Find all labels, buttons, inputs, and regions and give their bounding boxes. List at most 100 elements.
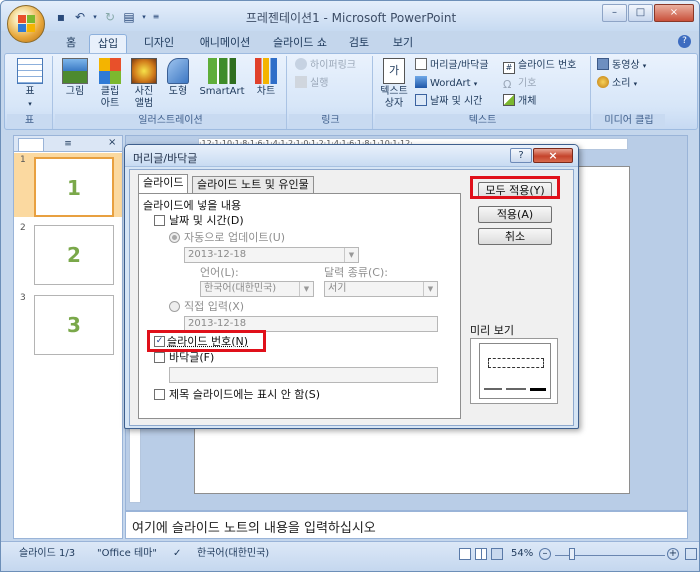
tab-home[interactable]: 홈 [59, 34, 83, 53]
tab-view[interactable]: 보기 [385, 34, 421, 53]
chart-icon [255, 58, 277, 84]
calendar-select[interactable]: 서기 ▼ [324, 281, 438, 297]
clipart-button[interactable]: 클립 아트 [95, 58, 125, 110]
powerpoint-window: ▪ ↶ ▾ ↻ ▤ ▾ ≡ 프레젠테이션1 - Microsoft PowerP… [0, 0, 700, 572]
header-footer-button[interactable]: 머리글/바닥글 [415, 58, 489, 74]
ribbon-tabs: 홈 삽입 디자인 애니메이션 슬라이드 쇼 검토 보기 [1, 31, 699, 53]
fixed-radio[interactable] [169, 301, 180, 312]
slide-thumbnail-row[interactable]: 3 3 [14, 291, 122, 355]
group-label: 링크 [289, 114, 372, 128]
normal-view-icon[interactable] [459, 548, 471, 560]
slide-sorter-icon[interactable] [475, 548, 487, 560]
omega-icon: Ω [503, 78, 512, 91]
wordart-label: WordArt [430, 78, 471, 89]
slide-thumbnail-row[interactable]: 2 2 [14, 221, 122, 285]
slideshow-view-icon[interactable] [491, 548, 503, 560]
textbox-button[interactable]: 가 텍스트 상자 [377, 58, 411, 110]
wordart-button[interactable]: WordArt ▾ [415, 76, 477, 92]
object-icon [503, 94, 515, 106]
symbol-button[interactable]: Ω 기호 [503, 76, 536, 92]
auto-update-date-select[interactable]: 2013-12-18 ▼ [184, 247, 359, 263]
preview-slide [479, 343, 551, 399]
fixed-label: 직접 입력(X) [184, 300, 245, 313]
title-bar: ▪ ↶ ▾ ↻ ▤ ▾ ≡ 프레젠테이션1 - Microsoft PowerP… [1, 1, 699, 31]
title-slide-checkbox[interactable] [154, 389, 165, 400]
shapes-button[interactable]: 도형 [163, 58, 193, 98]
zoom-in-icon[interactable]: + [667, 548, 679, 560]
dialog-help-button[interactable]: ? [510, 148, 532, 163]
photo-album-button[interactable]: 사진 앨범 [129, 58, 159, 110]
notes-pane[interactable]: 여기에 슬라이드 노트의 내용을 입력하십시오 [125, 511, 688, 539]
slide-number-label: 슬라이드 번호 [518, 60, 577, 71]
tab-slide[interactable]: 슬라이드 [138, 174, 189, 194]
photo-album-icon [131, 58, 157, 84]
picture-icon [62, 58, 88, 84]
slide-thumbnail[interactable]: 1 [34, 157, 114, 217]
theme-name[interactable]: "Office 테마" [97, 546, 157, 562]
header-footer-icon [415, 58, 427, 70]
group-label: 텍스트 [375, 114, 590, 128]
movie-button[interactable]: 동영상 ▾ [597, 58, 646, 74]
tab-design[interactable]: 디자인 [135, 34, 183, 53]
slides-tab-icon[interactable] [18, 138, 44, 151]
dialog-close-button[interactable]: × [533, 148, 573, 163]
cancel-button[interactable]: 취소 [478, 228, 552, 245]
auto-update-radio[interactable] [169, 232, 180, 243]
maximize-button[interactable]: □ [628, 4, 653, 22]
clipart-icon [99, 58, 121, 84]
wordart-icon [415, 76, 427, 88]
slide-thumbnail-row[interactable]: 1 1 [14, 153, 122, 217]
object-button[interactable]: 개체 [503, 94, 536, 110]
minimize-button[interactable]: – [602, 4, 627, 22]
tab-review[interactable]: 검토 [341, 34, 377, 53]
picture-button[interactable]: 그림 [59, 58, 91, 98]
datetime-label: 날짜 및 시간(D) [169, 214, 244, 227]
dropdown-arrow-icon: ▼ [299, 282, 313, 296]
group-label: 표 [7, 114, 52, 128]
datetime-checkbox[interactable] [154, 215, 165, 226]
star-icon [295, 76, 307, 88]
action-button[interactable]: 실행 [295, 76, 328, 92]
smartart-button[interactable]: SmartArt [197, 58, 247, 98]
language-indicator[interactable]: 한국어(대한민국) [197, 546, 269, 562]
preview-date-placeholder [484, 388, 502, 390]
apply-button[interactable]: 적용(A) [478, 206, 552, 223]
datetime-button[interactable]: 날짜 및 시간 [415, 94, 482, 110]
zoom-out-icon[interactable]: – [539, 548, 551, 560]
preview-footer-placeholder [506, 388, 526, 390]
table-button[interactable]: 표 ▾ [13, 58, 47, 110]
highlight-box [470, 176, 560, 199]
footer-checkbox[interactable] [154, 352, 165, 363]
clipart-label: 클립 아트 [100, 86, 120, 109]
slide-thumbnail[interactable]: 3 [34, 295, 114, 355]
slides-pane: ≡ × 1 1 2 2 3 3 [13, 135, 123, 539]
preview-body-placeholder [488, 358, 544, 368]
spellcheck-icon[interactable]: ✓ [173, 546, 181, 562]
language-select[interactable]: 한국어(대한민국) ▼ [200, 281, 314, 297]
object-label: 개체 [518, 96, 537, 107]
tab-slideshow[interactable]: 슬라이드 쇼 [267, 34, 333, 53]
chart-label: 차트 [256, 86, 276, 97]
zoom-slider-thumb[interactable] [569, 548, 575, 560]
textbox-label: 텍스트 상자 [380, 86, 408, 109]
close-button[interactable]: × [654, 4, 694, 22]
outline-tab-icon[interactable]: ≡ [48, 138, 88, 151]
help-icon[interactable]: ? [678, 35, 691, 48]
dialog-body: 슬라이드 슬라이드 노트 및 유인물 슬라이드에 넣을 내용 날짜 및 시간(D… [129, 169, 574, 426]
chart-button[interactable]: 차트 [251, 58, 281, 98]
action-label: 실행 [310, 78, 329, 89]
office-button[interactable] [7, 5, 45, 43]
footer-input[interactable] [169, 367, 438, 383]
tab-animation[interactable]: 애니메이션 [191, 34, 259, 53]
sound-button[interactable]: 소리 ▾ [597, 76, 637, 92]
fit-to-window-icon[interactable] [685, 548, 697, 560]
tab-insert[interactable]: 삽입 [89, 34, 127, 53]
close-pane-icon[interactable]: × [108, 137, 116, 148]
slide-thumbnail[interactable]: 2 [34, 225, 114, 285]
zoom-level[interactable]: 54% [511, 546, 533, 562]
tab-notes-handouts[interactable]: 슬라이드 노트 및 유인물 [192, 176, 314, 193]
title-slide-label: 제목 슬라이드에는 표시 안 함(S) [169, 388, 320, 401]
film-icon [597, 58, 609, 70]
slide-number-button[interactable]: # 슬라이드 번호 [503, 58, 576, 74]
hyperlink-button[interactable]: 하이퍼링크 [295, 58, 356, 74]
